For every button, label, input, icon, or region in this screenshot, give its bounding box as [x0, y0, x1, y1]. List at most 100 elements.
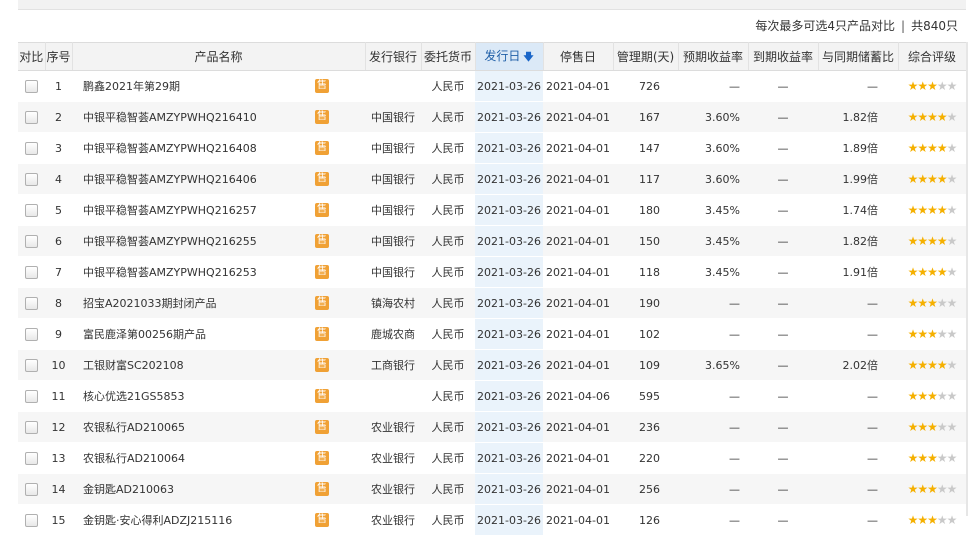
- expected-rate-cell: 3.60%: [678, 132, 748, 164]
- product-name-link[interactable]: 金钥匙AD210063: [83, 481, 174, 497]
- star-rating-cell: ★★★★★: [898, 256, 966, 288]
- stop-date-cell: 2021-04-06: [543, 380, 613, 412]
- star-filled-icon: ★: [927, 358, 938, 372]
- product-name-link[interactable]: 中银平稳智荟AMZYPWHQ216257: [83, 202, 257, 218]
- table-row[interactable]: 7 中银平稳智荟AMZYPWHQ216253 售 中国银行 人民币 2021-03-26 2…: [18, 256, 966, 288]
- product-name-link[interactable]: 金钥匙·安心得利ADZJ215116: [83, 512, 232, 528]
- scrollbar-track[interactable]: [966, 42, 968, 516]
- col-header-bank[interactable]: 发行银行: [365, 42, 422, 71]
- table-row[interactable]: 5 中银平稳智荟AMZYPWHQ216257 售 中国银行 人民币 2021-03-26 2…: [18, 194, 966, 226]
- compare-checkbox[interactable]: [25, 203, 38, 217]
- compare-checkbox[interactable]: [25, 265, 38, 279]
- star-rating: ★★★★★: [908, 358, 958, 372]
- table-row[interactable]: 15 金钥匙·安心得利ADZJ215116 售 农业银行 人民币 2021-03-26 20…: [18, 504, 966, 536]
- compare-checkbox[interactable]: [25, 327, 38, 341]
- summary-separator: |: [901, 19, 906, 33]
- product-name-link[interactable]: 核心优选21GS5853: [83, 388, 185, 404]
- compare-checkbox-cell: [18, 70, 45, 102]
- table-row[interactable]: 13 农银私行AD210064 售 农业银行 人民币 2021-03-26 2021-04-…: [18, 442, 966, 474]
- col-header-stop-date[interactable]: 停售日: [543, 42, 614, 71]
- star-rating-cell: ★★★★★: [898, 101, 966, 133]
- col-header-period[interactable]: 管理期(天): [613, 42, 679, 71]
- compare-checkbox[interactable]: [25, 358, 38, 372]
- star-filled-icon: ★: [927, 234, 938, 248]
- row-index-cell: 6: [45, 225, 72, 257]
- deposit-ratio-cell: —: [818, 411, 898, 443]
- compare-checkbox[interactable]: [25, 172, 38, 186]
- table-row[interactable]: 6 中银平稳智荟AMZYPWHQ216255 售 中国银行 人民币 2021-03-26 2…: [18, 225, 966, 257]
- product-name-link[interactable]: 中银平稳智荟AMZYPWHQ216408: [83, 140, 257, 156]
- product-name-cell: 农银私行AD210065 售: [72, 411, 365, 443]
- table-row[interactable]: 3 中银平稳智荟AMZYPWHQ216408 售 中国银行 人民币 2021-03-26 2…: [18, 132, 966, 164]
- col-header-deposit-ratio[interactable]: 与同期储蓄比: [818, 42, 899, 71]
- product-name-cell: 中银平稳智荟AMZYPWHQ216408 售: [72, 132, 365, 164]
- compare-checkbox-cell: [18, 287, 45, 319]
- col-header-name[interactable]: 产品名称: [72, 42, 366, 71]
- compare-checkbox[interactable]: [25, 296, 38, 310]
- star-empty-icon: ★: [936, 482, 948, 496]
- stop-date-cell: 2021-04-01: [543, 349, 613, 381]
- product-name-link[interactable]: 工银财富SC202108: [83, 357, 184, 373]
- stop-date-cell: 2021-04-01: [543, 256, 613, 288]
- product-name-cell: 中银平稳智荟AMZYPWHQ216257 售: [72, 194, 365, 226]
- product-name-link[interactable]: 鹏鑫2021年第29期: [83, 78, 180, 94]
- product-name-link[interactable]: 中银平稳智荟AMZYPWHQ216255: [83, 233, 257, 249]
- star-rating: ★★★★★: [908, 110, 958, 124]
- col-header-actual-rate[interactable]: 到期收益率: [748, 42, 819, 71]
- expected-rate-cell: 3.60%: [678, 163, 748, 195]
- col-header-expected-rate[interactable]: 预期收益率: [678, 42, 749, 71]
- issue-date-cell: 2021-03-26: [475, 194, 543, 226]
- compare-checkbox[interactable]: [25, 389, 38, 403]
- table-row[interactable]: 4 中银平稳智荟AMZYPWHQ216406 售 中国银行 人民币 2021-03-26 2…: [18, 163, 966, 195]
- table-row[interactable]: 14 金钥匙AD210063 售 农业银行 人民币 2021-03-26 2021-04-0…: [18, 473, 966, 505]
- compare-checkbox[interactable]: [25, 234, 38, 248]
- star-filled-icon: ★: [917, 389, 928, 403]
- table-row[interactable]: 1 鹏鑫2021年第29期售人民币 2021-03-26 2021-04-01 726—…: [18, 70, 966, 102]
- col-header-issue-date[interactable]: 发行日 🡇: [475, 42, 544, 71]
- actual-rate-cell: —: [748, 225, 818, 257]
- product-name-link[interactable]: 农银私行AD210064: [83, 450, 185, 466]
- star-rating-cell: ★★★★★: [898, 132, 966, 164]
- star-rating-cell: ★★★★★: [898, 287, 966, 319]
- star-rating-cell: ★★★★★: [898, 194, 966, 226]
- table-row[interactable]: 8 招宝A2021033期封闭产品 售 镇海农村 人民币 2021-03-26 2021-0…: [18, 287, 966, 319]
- issue-date-cell: 2021-03-26: [475, 349, 543, 381]
- stop-date-cell: 2021-04-01: [543, 504, 613, 536]
- compare-checkbox[interactable]: [25, 110, 38, 124]
- table-row[interactable]: 2 中银平稳智荟AMZYPWHQ216410 售 中国银行 人民币 2021-03-26 2…: [18, 101, 966, 133]
- product-name-cell: 中银平稳智荟AMZYPWHQ216410 售: [72, 101, 365, 133]
- product-name-link[interactable]: 富民鹿泽第00256期产品: [83, 326, 206, 342]
- product-name-link[interactable]: 农银私行AD210065: [83, 419, 185, 435]
- table-row[interactable]: 12 农银私行AD210065 售 农业银行 人民币 2021-03-26 2021-04-…: [18, 411, 966, 443]
- table-row[interactable]: 9 富民鹿泽第00256期产品 售 鹿城农商 人民币 2021-03-26 2021-04-…: [18, 318, 966, 350]
- sell-badge-icon: 售: [315, 420, 329, 434]
- star-filled-icon: ★: [907, 482, 919, 496]
- star-filled-icon: ★: [917, 420, 928, 434]
- compare-checkbox[interactable]: [25, 482, 38, 496]
- expected-rate-cell: 3.45%: [678, 194, 748, 226]
- expected-rate-cell: —: [678, 473, 748, 505]
- col-header-rating[interactable]: 综合评级: [898, 42, 967, 71]
- compare-checkbox[interactable]: [25, 451, 38, 465]
- star-empty-icon: ★: [946, 389, 958, 403]
- col-header-currency[interactable]: 委托货币: [421, 42, 476, 71]
- compare-checkbox-cell: [18, 132, 45, 164]
- management-period-cell: 256: [613, 473, 678, 505]
- compare-checkbox[interactable]: [25, 79, 38, 93]
- table-row[interactable]: 11 核心优选21GS5853 售 人民币 2021-03-26 2021-04-06 59…: [18, 380, 966, 412]
- compare-checkbox[interactable]: [25, 141, 38, 155]
- product-name-link[interactable]: 中银平稳智荟AMZYPWHQ216406: [83, 171, 257, 187]
- product-name-link[interactable]: 招宝A2021033期封闭产品: [83, 295, 217, 311]
- deposit-ratio-cell: 1.82倍: [818, 225, 898, 257]
- currency-cell: 人民币: [421, 411, 475, 443]
- expected-rate-cell: —: [678, 287, 748, 319]
- product-name-link[interactable]: 中银平稳智荟AMZYPWHQ216253: [83, 264, 257, 280]
- row-index-cell: 3: [45, 132, 72, 164]
- compare-checkbox[interactable]: [25, 420, 38, 434]
- table-row[interactable]: 10 工银财富SC202108 售 工商银行 人民币 2021-03-26 2021-04-…: [18, 349, 966, 381]
- product-name-link[interactable]: 中银平稳智荟AMZYPWHQ216410: [83, 109, 257, 125]
- star-filled-icon: ★: [907, 79, 919, 93]
- stop-date-cell: 2021-04-01: [543, 194, 613, 226]
- top-toolbar-strip: [18, 0, 966, 10]
- star-rating: ★★★★★: [908, 234, 958, 248]
